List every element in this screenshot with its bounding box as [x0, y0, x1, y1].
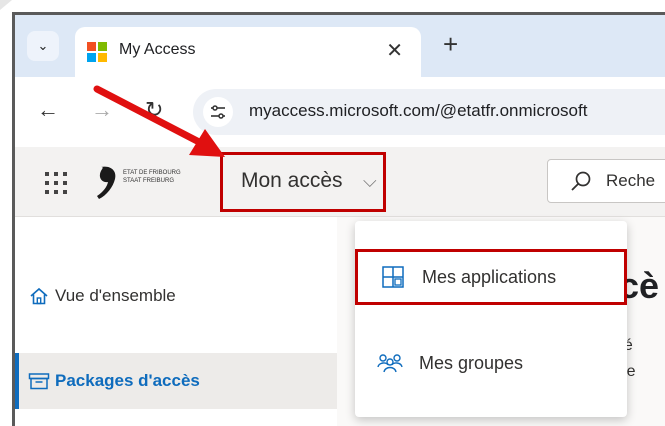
nav-item-label: Packages d'accès: [55, 371, 200, 390]
browser-tab-my-access[interactable]: My Access ✕: [75, 27, 421, 77]
menu-item-label: Mes groupes: [419, 352, 524, 373]
nav-item-overview[interactable]: Vue d'ensemble: [15, 279, 337, 313]
app-launcher-icon[interactable]: [45, 172, 67, 194]
groups-icon: [377, 354, 403, 373]
menu-item-label: Mes applications: [422, 266, 557, 287]
home-icon: [30, 287, 48, 305]
browser-window: ⌄ My Access ✕ + ← → ↻ myaccess.microsoft…: [12, 12, 665, 426]
annotation-arrow: [93, 85, 225, 157]
address-bar[interactable]: myaccess.microsoft.com/@etatfr.onmicroso…: [193, 89, 665, 135]
close-tab-icon[interactable]: ✕: [386, 38, 403, 63]
logo-text-line2: STAAT FREIBURG: [123, 178, 175, 184]
back-button[interactable]: ←: [37, 97, 59, 123]
tab-search-button[interactable]: ⌄: [27, 31, 59, 61]
menu-item-my-groups[interactable]: Mes groupes: [355, 335, 627, 391]
chevron-down-icon: ⌄: [37, 38, 49, 53]
package-icon: [28, 373, 50, 390]
app-switcher-button[interactable]: Mon accès ⌵: [220, 152, 386, 212]
tab-title: My Access: [119, 41, 196, 58]
tab-strip: ⌄ My Access ✕ +: [15, 15, 665, 77]
nav-item-access-packages[interactable]: Packages d'accès: [15, 353, 337, 409]
menu-item-my-apps[interactable]: Mes applications: [355, 249, 627, 305]
app-switcher-label: Mon accès: [241, 169, 343, 192]
search-icon: [571, 171, 591, 191]
microsoft-logo-icon: [87, 42, 107, 62]
fribourg-logo-icon: [97, 166, 116, 199]
new-tab-button[interactable]: +: [443, 29, 458, 60]
logo-text: ETAT DE FRIBOURG STAAT FREIBURG: [123, 169, 203, 185]
nav-item-label: Vue d'ensemble: [55, 286, 176, 305]
search-placeholder: Reche: [606, 171, 656, 190]
app-switcher-menu: Mes applications Mes groupes: [355, 221, 627, 417]
search-input[interactable]: Reche: [547, 159, 665, 203]
url-text: myaccess.microsoft.com/@etatfr.onmicroso…: [249, 101, 588, 120]
apps-grid-icon: [382, 266, 404, 288]
left-navigation: Vue d'ensemble Packages d'accès: [15, 217, 337, 426]
chevron-down-icon: ⌵: [363, 171, 377, 191]
logo-text-line1: ETAT DE FRIBOURG: [123, 170, 181, 176]
